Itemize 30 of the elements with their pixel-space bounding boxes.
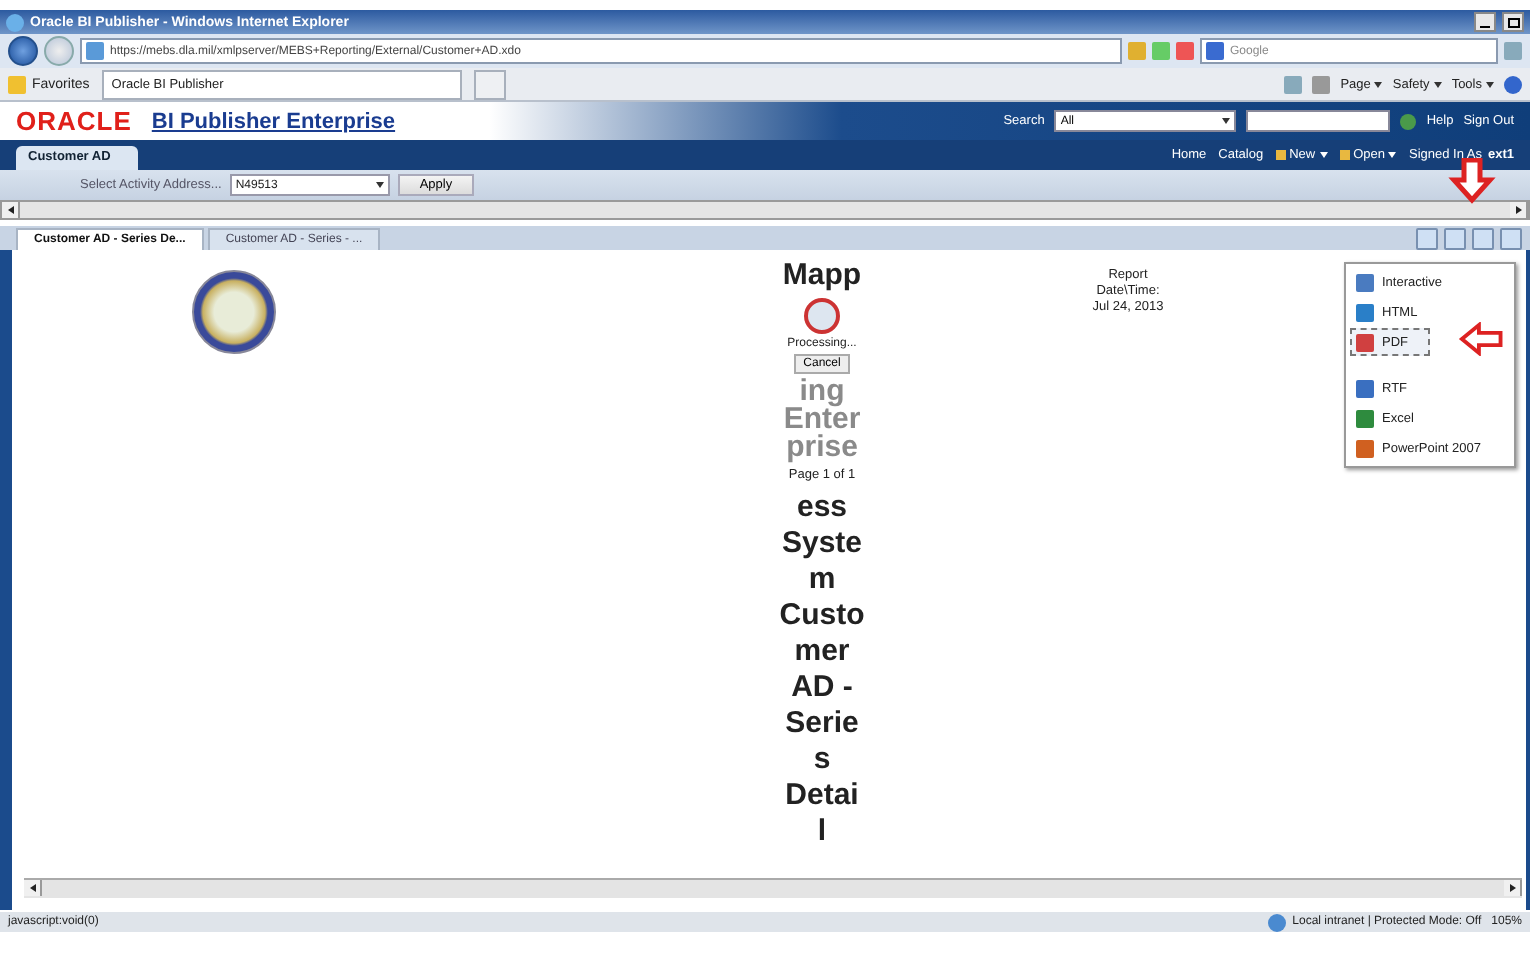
logo: ORACLE bbox=[16, 106, 132, 136]
report-title: ess bbox=[796, 490, 848, 526]
report-title: m bbox=[808, 562, 836, 598]
report-title: mer bbox=[794, 634, 850, 670]
toolbar-icon[interactable] bbox=[1416, 228, 1438, 250]
search-field[interactable] bbox=[1246, 110, 1391, 132]
report-title: Enter bbox=[783, 406, 861, 434]
report-title: Mapp bbox=[782, 258, 862, 294]
toolbar-icon[interactable] bbox=[1500, 228, 1522, 250]
horizontal-scrollbar[interactable] bbox=[24, 878, 1522, 898]
report-title: prise bbox=[786, 434, 858, 462]
report-title: Syste bbox=[781, 526, 863, 562]
report-title: l bbox=[817, 814, 827, 850]
report-title: Detai bbox=[785, 778, 859, 814]
new-tab-button[interactable] bbox=[473, 69, 506, 99]
product-title[interactable]: BI Publisher Enterprise bbox=[151, 109, 396, 133]
report-title: s bbox=[813, 742, 831, 778]
report-title: ing bbox=[799, 378, 845, 406]
report-title: Serie bbox=[785, 706, 859, 742]
toolbar-icon[interactable] bbox=[1444, 228, 1466, 250]
maximize-button[interactable] bbox=[1502, 12, 1524, 32]
horizontal-scrollbar[interactable] bbox=[0, 200, 1530, 220]
minimize-button[interactable] bbox=[1474, 12, 1496, 32]
report-title: Custo bbox=[779, 598, 865, 634]
back-button[interactable] bbox=[8, 36, 38, 66]
report-title: AD - bbox=[791, 670, 853, 706]
annotation-arrow bbox=[1444, 158, 1500, 206]
annotation-arrow bbox=[1456, 322, 1508, 356]
output-format-icon[interactable] bbox=[1472, 228, 1494, 250]
seal-emblem bbox=[192, 270, 276, 354]
